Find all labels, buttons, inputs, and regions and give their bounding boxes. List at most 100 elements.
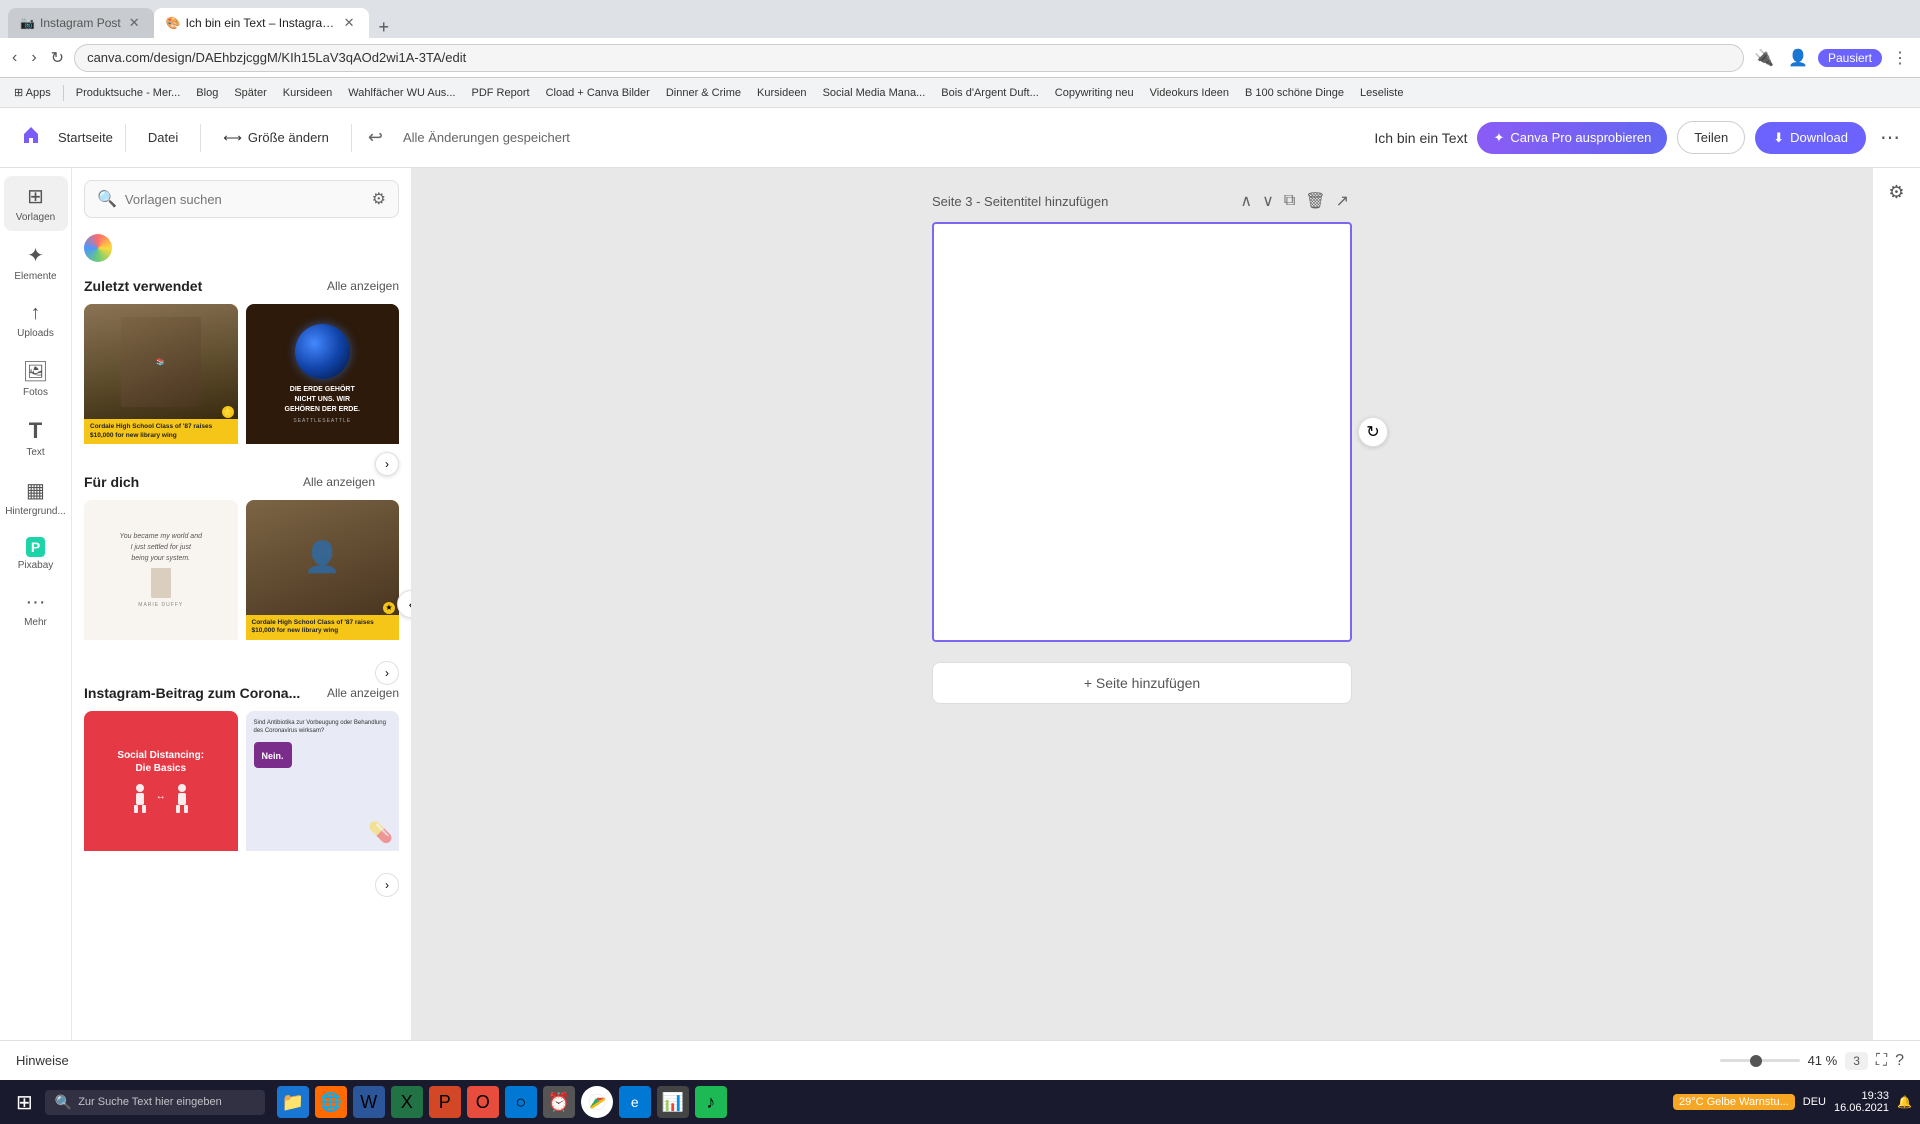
- page-controls: ∧ ∨ ⧉ 🗑 ↗: [1237, 188, 1352, 214]
- profile-button[interactable]: 👤: [1784, 44, 1812, 72]
- sidebar-item-text[interactable]: T Text: [4, 410, 68, 466]
- bookmark-social[interactable]: Social Media Mana...: [817, 85, 932, 101]
- address-bar[interactable]: canva.com/design/DAEhbzjcggM/KIh15LaV3qA…: [74, 44, 1744, 72]
- page-share-button[interactable]: ↗: [1333, 188, 1352, 214]
- main-content: ⊞ Vorlagen ✦ Elemente ↑ Uploads 🖼 Fotos …: [0, 168, 1920, 1040]
- sidebar-label-pixabay: Pixabay: [18, 560, 54, 571]
- page-duplicate-button[interactable]: ⧉: [1281, 188, 1298, 214]
- home-button[interactable]: [16, 120, 46, 156]
- template-c1-title: Social Distancing:Die Basics: [117, 749, 204, 775]
- extensions-button[interactable]: 🔌: [1750, 44, 1778, 72]
- download-button[interactable]: ⬇ Download: [1755, 122, 1866, 154]
- sidebar-item-elemente[interactable]: ✦ Elemente: [4, 235, 68, 290]
- bookmark-produktsuche[interactable]: Produktsuche - Mer...: [70, 85, 187, 101]
- bookmark-apps[interactable]: ⊞ Apps: [8, 84, 57, 101]
- fullscreen-button[interactable]: ⛶: [1876, 1052, 1887, 1070]
- sidebar-item-hintergrund[interactable]: ▦ Hintergrund...: [4, 470, 68, 525]
- bookmark-bois[interactable]: Bois d'Argent Duft...: [935, 85, 1044, 101]
- share-button[interactable]: Teilen: [1677, 121, 1745, 154]
- template-recently-2[interactable]: DIE ERDE GEHÖRT NICHT UNS. WIR GEHÖREN D…: [246, 304, 400, 458]
- page-down-button[interactable]: ∨: [1259, 188, 1277, 214]
- start-button[interactable]: ⊞: [8, 1086, 41, 1119]
- template-foryou-2[interactable]: 👤 Cordale High School Class of '87 raise…: [246, 500, 400, 654]
- tab-close-1[interactable]: ✕: [127, 13, 142, 33]
- taskbar-files-icon[interactable]: 📁: [277, 1086, 309, 1118]
- page-delete-button[interactable]: 🗑: [1302, 188, 1328, 214]
- corona-header: Instagram-Beitrag zum Corona... Alle anz…: [84, 685, 399, 701]
- bookmark-leseliste[interactable]: Leseliste: [1354, 85, 1409, 101]
- bookmark-copy[interactable]: Copywriting neu: [1049, 85, 1140, 101]
- home-label[interactable]: Startseite: [58, 130, 113, 145]
- canvas-refresh-button[interactable]: ↻: [1358, 417, 1388, 447]
- help-button[interactable]: ?: [1895, 1052, 1904, 1070]
- pause-button[interactable]: Pausiert: [1818, 49, 1882, 67]
- taskbar-excel-icon[interactable]: X: [391, 1086, 423, 1118]
- bookmark-pdf[interactable]: PDF Report: [465, 85, 535, 101]
- toolbar-divider-1: [125, 124, 126, 152]
- taskbar-app1-icon[interactable]: 📊: [657, 1086, 689, 1118]
- taskbar-search-bar[interactable]: 🔍 Zur Suche Text hier eingeben: [45, 1090, 265, 1115]
- bookmark-wahlfächer[interactable]: Wahlfächer WU Aus...: [342, 85, 461, 101]
- undo-button[interactable]: ↩: [364, 123, 387, 152]
- menu-button[interactable]: ⋮: [1888, 44, 1912, 72]
- page-number: 3: [1853, 1054, 1860, 1068]
- taskbar-word-icon[interactable]: W: [353, 1086, 385, 1118]
- tab-canva[interactable]: 🎨 Ich bin ein Text – Instagram-Bei... ✕: [154, 8, 369, 38]
- sidebar-label-uploads: Uploads: [17, 328, 54, 339]
- bookmark-blog[interactable]: Blog: [190, 85, 224, 101]
- corona-show-all[interactable]: Alle anzeigen: [327, 686, 399, 700]
- right-panel-adjust-button[interactable]: ⚙: [1882, 176, 1910, 209]
- zoom-dot[interactable]: [1750, 1055, 1762, 1067]
- taskbar-browser-icon[interactable]: 🌐: [315, 1086, 347, 1118]
- template-foryou-1[interactable]: You became my world andI just settled fo…: [84, 500, 238, 654]
- forward-button[interactable]: ›: [27, 45, 40, 71]
- taskbar-clock-icon[interactable]: ⏰: [543, 1086, 575, 1118]
- template-corona-1[interactable]: Social Distancing:Die Basics: [84, 711, 238, 865]
- template-corona-2[interactable]: Sind Antibiotika zur Vorbeugung oder Beh…: [246, 711, 400, 865]
- taskbar-icons: 📁 🌐 W X P O ○ ⏰ e 📊 ♪: [277, 1086, 727, 1118]
- bookmark-später[interactable]: Später: [228, 85, 272, 101]
- taskbar-powerpoint-icon[interactable]: P: [429, 1086, 461, 1118]
- add-page-button[interactable]: + Seite hinzufügen: [932, 662, 1352, 704]
- reload-button[interactable]: ↻: [47, 44, 68, 72]
- recently-used-show-all[interactable]: Alle anzeigen: [327, 279, 399, 293]
- search-input[interactable]: [125, 192, 364, 207]
- back-button[interactable]: ‹: [8, 45, 21, 71]
- corona-next[interactable]: ›: [375, 873, 399, 897]
- tab-close-2[interactable]: ✕: [342, 13, 357, 33]
- zoom-slider[interactable]: [1720, 1059, 1800, 1062]
- bookmark-cload[interactable]: Cload + Canva Bilder: [540, 85, 656, 101]
- template-recently-1[interactable]: 📚 Cordale High School Class of '87 raise…: [84, 304, 238, 458]
- bookmark-dinner[interactable]: Dinner & Crime: [660, 85, 747, 101]
- taskbar-edge-icon[interactable]: e: [619, 1086, 651, 1118]
- canvas-page-3[interactable]: [932, 222, 1352, 642]
- canva-pro-button[interactable]: ✦ Canva Pro ausprobieren: [1477, 122, 1667, 154]
- file-button[interactable]: Datei: [138, 124, 188, 151]
- page-up-button[interactable]: ∧: [1237, 188, 1255, 214]
- sidebar-item-pixabay[interactable]: P Pixabay: [4, 529, 68, 579]
- pixabay-icon: P: [26, 537, 45, 557]
- sidebar-item-uploads[interactable]: ↑ Uploads: [4, 294, 68, 347]
- for-you-show-all[interactable]: Alle anzeigen: [303, 475, 375, 489]
- taskbar-notify[interactable]: 🔔: [1897, 1095, 1912, 1109]
- taskbar-cortana-icon[interactable]: ○: [505, 1086, 537, 1118]
- sidebar-item-vorlagen[interactable]: ⊞ Vorlagen: [4, 176, 68, 231]
- recently-used-next[interactable]: ›: [375, 452, 399, 476]
- sidebar-item-mehr[interactable]: ··· Mehr: [4, 583, 68, 636]
- filter-button[interactable]: ⚙: [372, 189, 386, 209]
- collapse-panel-button[interactable]: ‹: [397, 590, 412, 618]
- bookmark-kursideen2[interactable]: Kursideen: [751, 85, 813, 101]
- sidebar-item-fotos[interactable]: 🖼 Fotos: [4, 351, 68, 406]
- resize-button[interactable]: ⟷ Größe ändern: [213, 124, 339, 152]
- taskbar-chrome-icon[interactable]: [581, 1086, 613, 1118]
- taskbar-app2-icon[interactable]: ♪: [695, 1086, 727, 1118]
- taskbar-office-icon[interactable]: O: [467, 1086, 499, 1118]
- bookmark-100[interactable]: B 100 schöne Dinge: [1239, 85, 1350, 101]
- color-palette-button[interactable]: [84, 234, 112, 262]
- for-you-next[interactable]: ›: [375, 661, 399, 685]
- new-tab-button[interactable]: +: [373, 17, 396, 38]
- bookmark-video[interactable]: Videokurs Ideen: [1144, 85, 1235, 101]
- tab-instagram-post[interactable]: 📷 Instagram Post ✕: [8, 8, 154, 38]
- bookmark-kursideen1[interactable]: Kursideen: [277, 85, 339, 101]
- more-options-button[interactable]: ⋯: [1876, 121, 1904, 154]
